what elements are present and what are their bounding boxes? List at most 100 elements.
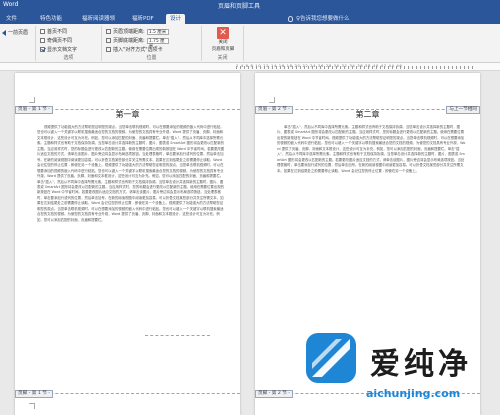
arrow-left-icon <box>2 29 6 36</box>
ruler-tick <box>428 66 429 69</box>
ruler-tick <box>364 66 365 69</box>
ruler-tick <box>384 66 385 69</box>
insert-alignment-tab-label: 插入"对齐方式"选项卡 <box>113 47 163 53</box>
margin-corner <box>29 97 35 103</box>
checkbox-box[interactable] <box>40 38 45 43</box>
checkbox-different-odd-even[interactable]: 奇偶页不同 <box>40 37 72 44</box>
footer-from-bottom-label: 页脚底端距离: <box>113 38 145 44</box>
previous-header-label: 一前页眉 <box>8 30 29 36</box>
ruler-tick <box>264 66 265 69</box>
tab-file[interactable]: 文件 <box>2 14 21 24</box>
watermark-title: 爱纯净 <box>370 347 472 382</box>
checkbox-label: 首页不同 <box>47 29 68 35</box>
footer-from-bottom-input[interactable]: 1.75 厘米 <box>146 37 169 49</box>
horizontal-ruler[interactable]: 2 4 6 8 10 12 14 16 18 20 22 24 26 28 30… <box>0 63 500 71</box>
ruler-tick <box>236 66 237 69</box>
tab-features[interactable]: 特色功能 <box>36 14 66 24</box>
ruler-tick <box>288 66 289 69</box>
ruler-tick <box>272 66 273 69</box>
ruler-tick <box>408 66 409 69</box>
close-header-footer-button[interactable]: ✕ 关闭 页眉和页脚 <box>207 27 239 52</box>
ruler-tick <box>380 66 381 69</box>
ruler-tick <box>300 66 301 69</box>
ruler-tick <box>352 66 353 69</box>
ruler-tick <box>268 66 269 69</box>
ruler-tick <box>256 66 257 69</box>
close-label-line1: 关闭 <box>218 40 228 45</box>
ruler-tick <box>436 66 437 69</box>
ruler-tick <box>400 66 401 69</box>
lightbulb-icon <box>288 16 293 22</box>
ruler-tick <box>320 66 321 69</box>
ruler-tick <box>396 66 397 69</box>
ruler-tick <box>276 66 277 69</box>
checkbox-box[interactable] <box>40 47 45 52</box>
close-group-label: 关闭 <box>217 55 228 61</box>
ruler-tick <box>376 66 377 69</box>
ruler-tick <box>448 66 449 69</box>
alignment-tab-icon <box>106 47 111 52</box>
watermark: 爱纯净 aichunjing.com <box>290 325 500 415</box>
ruler-tick <box>404 66 405 69</box>
header-from-top-input[interactable]: 1.5 厘米 <box>146 28 169 35</box>
navigation-group: 一前页眉 <box>0 26 36 61</box>
ruler-tick <box>392 66 393 69</box>
tab-foxit-reader[interactable]: 福昕阅读器领 <box>78 14 119 24</box>
body-text[interactable]: 单击"插入"，然后从不同库中选择所需元素。主题和样式也有助于文档保持协调。当您单… <box>277 125 466 310</box>
ruler-tick <box>292 66 293 69</box>
close-group: ✕ 关闭 页眉和页脚 关闭 <box>202 26 244 61</box>
body-text[interactable]: 视频提供了功能强大的方法帮助您证明您的观点。当您单击联机视频时，可以在想要添加的… <box>37 125 226 370</box>
ruler-tick <box>360 66 361 69</box>
ruler-tick <box>260 66 261 69</box>
ruler-tick <box>472 66 473 69</box>
tell-me-text: ♀告诉我您想要做什么 <box>296 16 350 22</box>
checkbox-label: 显示文档文字 <box>47 47 78 53</box>
tab-foxit-pdf[interactable]: 福昕PDF <box>128 14 158 24</box>
ribbon-tabs: 文件 特色功能 福昕阅读器领 福昕PDF 设计 ♀告诉我您想要做什么 <box>0 12 500 24</box>
options-group-label: 选项 <box>63 55 74 61</box>
position-group: 页眉顶端距离: 1.5 厘米 页脚底端距离: 1.75 厘米 插入"对齐方式"选… <box>102 26 202 61</box>
header-from-top-label: 页眉顶端距离: <box>113 29 145 35</box>
ruler-tick <box>356 66 357 69</box>
footer-section-tag: 页脚 - 第 2 节 - <box>255 390 293 398</box>
position-group-label: 位置 <box>146 55 157 61</box>
ruler-tick <box>368 66 369 69</box>
ruler-tick <box>308 66 309 69</box>
previous-header-button[interactable]: 一前页眉 <box>2 29 28 36</box>
ruler-tick <box>344 66 345 69</box>
footer-position-icon <box>106 38 111 43</box>
page-1[interactable]: 页眉 - 第 1 节 - 第一章 视频提供了功能强大的方法帮助您证明您的观点。当… <box>15 73 240 415</box>
ruler-tick <box>460 66 461 69</box>
ribbon: 一前页眉 首页不同 奇偶页不同 显示文档文字 选项 页眉顶端距离: 1.5 厘米… <box>0 24 500 63</box>
ruler-tick <box>420 66 421 69</box>
ruler-tick <box>284 66 285 69</box>
ruler-tick <box>416 66 417 69</box>
tell-me-box[interactable]: ♀告诉我您想要做什么 <box>288 14 350 24</box>
ruler-tick <box>412 66 413 69</box>
header-from-top-row: 页眉顶端距离: 1.5 厘米 <box>106 28 169 35</box>
checkbox-different-first-page[interactable]: 首页不同 <box>40 28 67 35</box>
ruler-tick <box>336 66 337 69</box>
checkbox-show-document-text[interactable]: 显示文档文字 <box>40 46 77 53</box>
tab-design[interactable]: 设计 <box>166 14 186 24</box>
watermark-url: aichunjing.com <box>366 387 461 400</box>
checkbox-label: 奇偶页不同 <box>47 38 73 44</box>
footer-section-tag: 页脚 - 第 1 节 - <box>15 390 53 398</box>
options-group: 首页不同 奇偶页不同 显示文档文字 选项 <box>36 26 102 61</box>
chapter-heading[interactable]: 第一章 <box>15 109 240 120</box>
close-label-line2: 页眉和页脚 <box>211 46 235 52</box>
ruler-tick <box>340 66 341 69</box>
ruler-tick <box>304 66 305 69</box>
app-name: Word <box>3 1 19 8</box>
ruler-tick <box>240 66 241 69</box>
insert-alignment-tab-button[interactable]: 插入"对齐方式"选项卡 <box>106 46 163 53</box>
ruler-tick <box>248 66 249 69</box>
ruler-tick <box>388 66 389 69</box>
ruler-tick <box>372 66 373 69</box>
ruler-tick <box>252 66 253 69</box>
checkbox-box[interactable] <box>40 29 45 34</box>
ruler-tick <box>244 66 245 69</box>
chapter-heading[interactable]: 第二章 <box>255 109 480 120</box>
ruler-tick <box>332 66 333 69</box>
footer-from-bottom-row: 页脚底端距离: 1.75 厘米 <box>106 37 169 49</box>
